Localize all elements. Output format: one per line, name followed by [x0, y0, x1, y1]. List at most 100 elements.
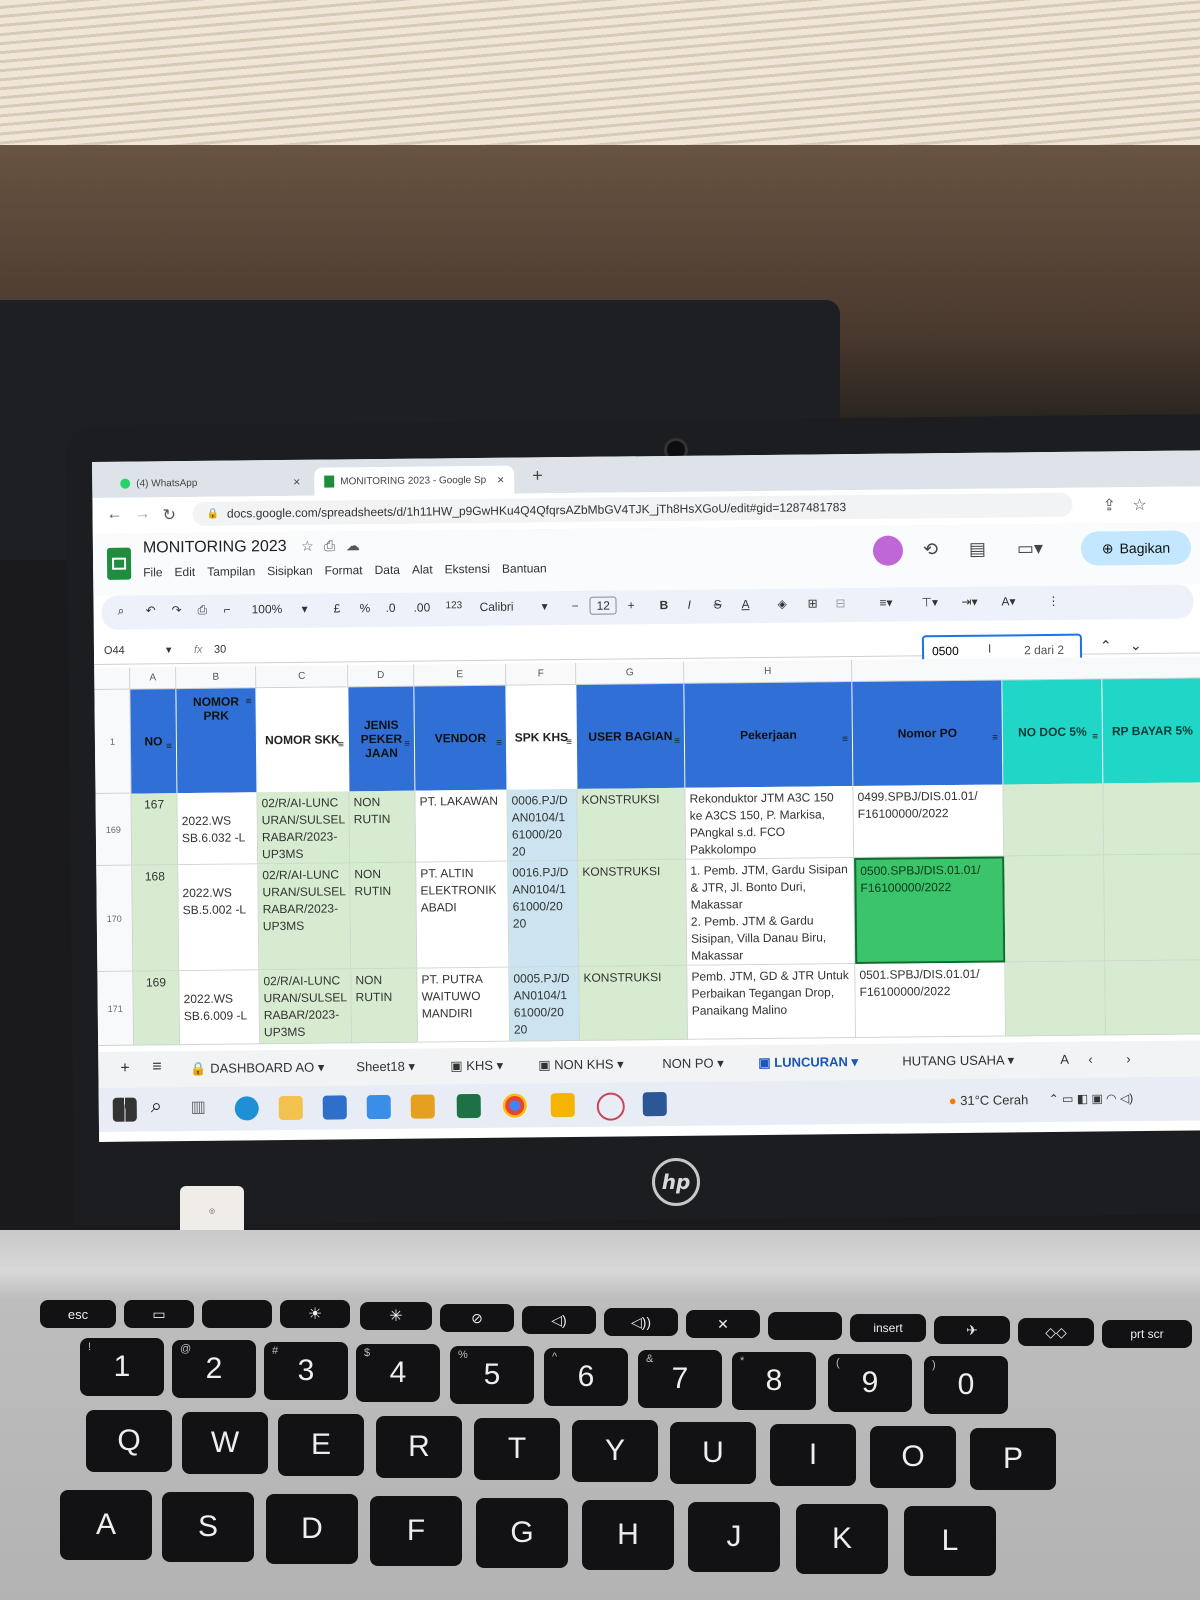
reload-icon[interactable]: ↻: [162, 505, 176, 525]
store-icon[interactable]: [322, 1095, 347, 1120]
filter-icon[interactable]: ≡: [1092, 731, 1098, 742]
increase-decimal-button[interactable]: .00: [413, 600, 430, 614]
cell-po[interactable]: 0499.SPBJ/DIS.01.01/ F16100000/2022: [853, 784, 1005, 859]
sheet-tab-non-po[interactable]: NON PO ▾: [662, 1055, 724, 1072]
cell-prk[interactable]: 2022.WS SB.6.009 -L: [179, 970, 261, 1046]
name-box[interactable]: O44: [104, 645, 125, 657]
system-tray-icons[interactable]: ⌃ ▭ ◧ ▣ ◠ ◁): [1049, 1091, 1134, 1106]
back-icon[interactable]: ←: [106, 506, 122, 524]
paint-format-icon[interactable]: ⌐: [223, 603, 230, 617]
text-color-button[interactable]: A: [741, 597, 749, 611]
header-nomor-po[interactable]: Nomor PO ≡: [852, 680, 1004, 787]
column-header[interactable]: C: [256, 665, 349, 689]
row-header[interactable]: 169: [95, 793, 133, 866]
undo-icon[interactable]: ↶: [145, 603, 155, 617]
align-left-icon[interactable]: ≡▾: [879, 596, 892, 610]
header-no-doc[interactable]: NO DOC 5% ≡: [1002, 679, 1104, 785]
comment-icon[interactable]: ▤: [969, 539, 986, 560]
cell-pekerjaan[interactable]: 1. Pemb. JTM, Gardu Sisipan & JTR, Jl. B…: [686, 858, 856, 966]
sheet-tab-dashboard[interactable]: 🔒 DASHBOARD AO ▾: [190, 1060, 324, 1077]
url-field[interactable]: 🔒 docs.google.com/spreadsheets/d/1h11HW_…: [192, 492, 1073, 526]
redo-icon[interactable]: ↷: [171, 603, 181, 617]
decrease-font-icon[interactable]: −: [571, 599, 578, 613]
menu-tools[interactable]: Alat: [412, 562, 433, 576]
move-icon[interactable]: ⎙: [324, 537, 335, 553]
header-rp-bayar[interactable]: RP BAYAR 5%: [1102, 678, 1200, 784]
row-header[interactable]: 171: [97, 971, 135, 1046]
sheet-tab-sheet18[interactable]: Sheet18 ▾: [356, 1059, 415, 1076]
forward-icon[interactable]: →: [134, 505, 150, 523]
edge-icon[interactable]: [234, 1096, 259, 1121]
filter-icon[interactable]: ≡: [338, 739, 344, 750]
header-user-bagian[interactable]: USER BAGIAN ≡: [576, 683, 686, 789]
sheet-tab-non-khs[interactable]: ▣ NON KHS ▾: [538, 1056, 623, 1073]
bold-button[interactable]: B: [659, 598, 668, 612]
more-icon[interactable]: ⋮: [1047, 594, 1059, 608]
cell-pekerjaan[interactable]: Rekonduktor JTM A3C 150 ke A3CS 150, P. …: [685, 786, 855, 860]
menu-view[interactable]: Tampilan: [207, 564, 255, 579]
history-icon[interactable]: ⟲: [923, 539, 938, 560]
menu-extensions[interactable]: Ekstensi: [445, 562, 491, 576]
zoom-select[interactable]: 100%: [251, 602, 282, 616]
header-nomor-skk[interactable]: NOMOR SKK ≡: [256, 687, 350, 793]
column-header[interactable]: D: [348, 664, 415, 688]
menu-insert[interactable]: Sisipkan: [267, 564, 313, 578]
vertical-align-icon[interactable]: ⊤▾: [921, 595, 938, 609]
cell-spk[interactable]: 0016.PJ/D AN0104/1 61000/20 20: [508, 860, 580, 968]
cell-jenis[interactable]: NON RUTIN: [351, 968, 419, 1044]
formula-input[interactable]: 30: [214, 644, 226, 656]
weather-widget[interactable]: ● 31°C Cerah: [949, 1092, 1029, 1108]
search-icon[interactable]: ⌕: [117, 604, 124, 619]
increase-font-icon[interactable]: +: [627, 598, 634, 612]
cell-no[interactable]: 168: [132, 865, 180, 972]
cell-no[interactable]: 167: [131, 793, 179, 866]
previous-match-icon[interactable]: ⌃: [1100, 637, 1112, 654]
column-header[interactable]: H: [684, 660, 853, 684]
column-header[interactable]: G: [576, 661, 685, 685]
cell-rp-bayar[interactable]: [1104, 854, 1200, 962]
cell-vendor[interactable]: PT. PUTRA WAITUWO MANDIRI: [417, 967, 511, 1043]
cell-spk[interactable]: 0006.PJ/D AN0104/1 61000/20 20: [507, 788, 579, 862]
cell-po[interactable]: 0501.SPBJ/DIS.01.01/ F16100000/2022: [855, 962, 1007, 1039]
column-header[interactable]: E: [414, 663, 507, 687]
column-header[interactable]: F: [506, 662, 577, 686]
tab-monitoring[interactable]: MONITORING 2023 - Google Sp ×: [314, 465, 515, 496]
cell-skk[interactable]: 02/R/AI-LUNC URAN/SULSEL RABAR/2023- UP3…: [259, 969, 353, 1045]
filter-icon[interactable]: ≡: [246, 696, 252, 707]
word-icon[interactable]: [642, 1092, 667, 1117]
mail-icon[interactable]: [366, 1094, 391, 1120]
cell-prk[interactable]: 2022.WS SB.6.032 -L: [177, 792, 259, 866]
add-sheet-icon[interactable]: +: [120, 1060, 130, 1078]
filter-icon[interactable]: ≡: [992, 733, 998, 744]
header-pekerjaan[interactable]: Pekerjaan ≡: [684, 682, 854, 788]
scroll-left-icon[interactable]: ‹: [1088, 1052, 1093, 1067]
cell-spk[interactable]: 0005.PJ/D AN0104/1 61000/20 20: [509, 966, 581, 1042]
row-header[interactable]: 1: [94, 689, 132, 794]
cell-jenis[interactable]: NON RUTIN: [350, 862, 418, 970]
header-jenis-pekerjaan[interactable]: JENIS PEKER JAAN ≡: [348, 686, 416, 792]
share-button[interactable]: ⊕ Bagikan: [1080, 530, 1192, 566]
cell-no-doc[interactable]: [1004, 855, 1106, 963]
sheet-tab-luncuran[interactable]: ▣ LUNCURAN ▾: [758, 1054, 858, 1071]
excel-icon[interactable]: [456, 1093, 481, 1119]
next-match-icon[interactable]: ⌄: [1130, 637, 1142, 654]
cell-user[interactable]: KONSTRUKSI: [577, 787, 687, 861]
cell-no-doc[interactable]: [1003, 783, 1105, 857]
column-header[interactable]: B: [176, 666, 257, 690]
cell-prk[interactable]: 2022.WS SB.5.002 -L: [178, 864, 260, 972]
cell-vendor[interactable]: PT. LAKAWAN: [415, 789, 509, 863]
scroll-right-icon[interactable]: ›: [1126, 1051, 1131, 1066]
new-tab-button[interactable]: +: [532, 465, 543, 486]
font-select[interactable]: Calibri: [479, 600, 513, 614]
file-explorer-icon[interactable]: [278, 1095, 303, 1121]
more-formats-button[interactable]: 123: [445, 600, 462, 611]
share-page-icon[interactable]: ⇪: [1102, 495, 1116, 515]
cloud-status-icon[interactable]: ☁: [346, 537, 360, 553]
cell-skk[interactable]: 02/R/AI-LUNC URAN/SULSEL RABAR/2023- UP3…: [257, 791, 351, 865]
filter-icon[interactable]: ≡: [674, 736, 680, 747]
cell-vendor[interactable]: PT. ALTIN ELEKTRONIK ABADI: [416, 861, 510, 969]
percent-button[interactable]: %: [359, 601, 370, 615]
windows-start-icon[interactable]: [112, 1097, 137, 1122]
text-wrap-icon[interactable]: ⇥▾: [961, 595, 977, 609]
sheet-tab-hutang-usaha[interactable]: HUTANG USAHA ▾: [902, 1052, 1014, 1069]
